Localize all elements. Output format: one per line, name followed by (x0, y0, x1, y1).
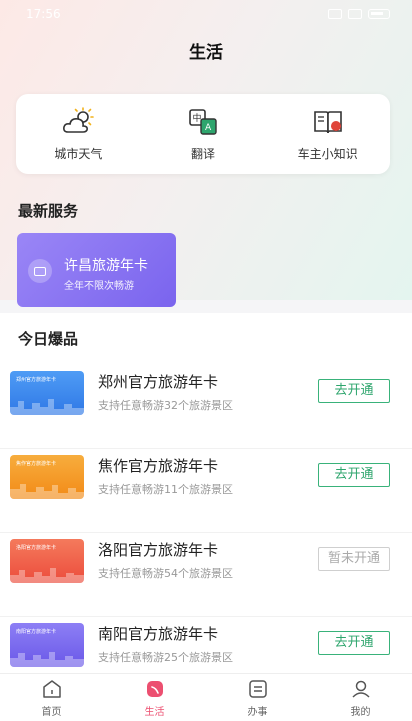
service-card-title: 许昌旅游年卡 (64, 258, 148, 274)
product-desc: 支持任意畅游25个旅游景区 (98, 651, 233, 664)
product-desc: 支持任意畅游32个旅游景区 (98, 399, 233, 412)
home-icon (42, 679, 61, 698)
thumbnail-tag: 焦作官方旅游年卡 (16, 461, 57, 467)
activate-button[interactable]: 去开通 (318, 463, 390, 487)
quick-action-label: 车主小知识 (297, 146, 358, 161)
quick-action-car-knowledge[interactable]: 车主小知识 (273, 107, 383, 162)
section-title-latest: 最新服务 (18, 202, 79, 220)
product-desc: 支持任意畅游54个旅游景区 (98, 567, 233, 580)
product-desc: 支持任意畅游11个旅游景区 (98, 483, 233, 496)
product-row[interactable]: 焦作官方旅游年卡 焦作官方旅游年卡 支持任意畅游11个旅游景区 去开通 (0, 449, 412, 533)
svg-text:A: A (205, 123, 212, 133)
product-name: 郑州官方旅游年卡 (98, 373, 219, 391)
tab-label: 我的 (350, 706, 371, 718)
not-available-button: 暂未开通 (318, 547, 390, 571)
profile-icon (351, 680, 370, 698)
product-thumbnail: 南阳官方旅游年卡 (10, 623, 84, 667)
translate-icon: 中 A (189, 108, 217, 135)
quick-action-weather[interactable]: 城市天气 (23, 106, 133, 162)
quick-action-translate[interactable]: 中 A 翻译 (148, 107, 258, 162)
product-name: 南阳官方旅游年卡 (98, 625, 219, 643)
thumbnail-tag: 南阳官方旅游年卡 (16, 629, 57, 635)
status-bar: 17:56 (0, 0, 412, 28)
product-thumbnail: 郑州官方旅游年卡 (10, 371, 84, 415)
tab-services[interactable]: 办事 (223, 678, 293, 718)
book-icon (313, 110, 342, 133)
service-card-xuchang[interactable]: 许昌旅游年卡 全年不限次畅游 (17, 233, 176, 307)
product-row[interactable]: 洛阳官方旅游年卡 洛阳官方旅游年卡 支持任意畅游54个旅游景区 暂未开通 (0, 533, 412, 617)
product-name: 焦作官方旅游年卡 (98, 457, 219, 475)
hot-products-panel: 今日爆品 郑州官方旅游年卡 郑州官方旅游年卡 支持任意畅游32个旅游景区 去开通… (0, 313, 412, 701)
bottom-tab-bar: 首页 生活 办事 我的 (0, 673, 412, 721)
status-time: 17:56 (26, 7, 61, 21)
card-icon (28, 259, 52, 283)
battery-icon (368, 9, 390, 19)
tab-life[interactable]: 生活 (120, 678, 190, 718)
quick-action-label: 城市天气 (54, 146, 103, 161)
weather-icon (63, 106, 95, 133)
product-thumbnail: 焦作官方旅游年卡 (10, 455, 84, 499)
quick-action-label: 翻译 (190, 146, 215, 161)
tab-label: 首页 (41, 706, 62, 718)
quick-actions-card: 城市天气 中 A 翻译 车主小知识 (16, 94, 390, 174)
signal-icon (328, 9, 342, 19)
activate-button[interactable]: 去开通 (318, 631, 390, 655)
status-icons (328, 9, 390, 19)
page-title: 生活 (189, 43, 223, 63)
services-icon (248, 679, 267, 698)
thumbnail-tag: 郑州官方旅游年卡 (16, 377, 57, 383)
tab-label: 办事 (247, 706, 268, 718)
life-icon (146, 680, 163, 697)
tab-home[interactable]: 首页 (17, 678, 87, 718)
skyline-graphic (10, 652, 84, 667)
tab-label: 生活 (144, 706, 165, 718)
svg-text:中: 中 (192, 112, 201, 124)
skyline-graphic (10, 399, 84, 415)
service-card-subtitle: 全年不限次畅游 (64, 281, 134, 292)
activate-button[interactable]: 去开通 (318, 379, 390, 403)
skyline-graphic (10, 484, 84, 499)
thumbnail-tag: 洛阳官方旅游年卡 (16, 545, 57, 551)
product-thumbnail: 洛阳官方旅游年卡 (10, 539, 84, 583)
section-title-today-hot: 今日爆品 (18, 330, 79, 348)
skyline-graphic (10, 568, 84, 583)
tab-profile[interactable]: 我的 (326, 678, 396, 718)
wifi-icon (348, 9, 362, 19)
product-row[interactable]: 郑州官方旅游年卡 郑州官方旅游年卡 支持任意畅游32个旅游景区 去开通 (0, 365, 412, 449)
product-name: 洛阳官方旅游年卡 (98, 541, 219, 559)
